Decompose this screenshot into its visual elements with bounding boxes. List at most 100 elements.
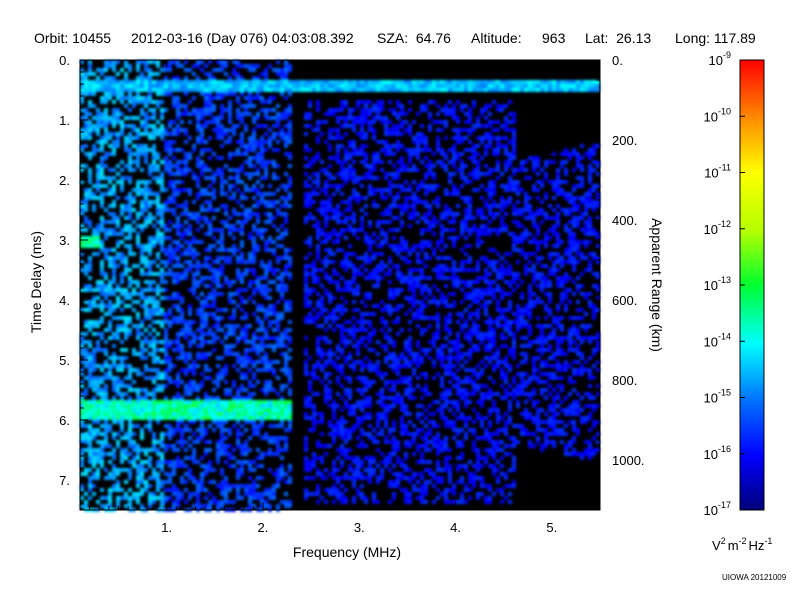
heatmap-cell <box>404 488 408 492</box>
heatmap-cell <box>304 412 308 416</box>
heatmap-cell <box>212 500 216 504</box>
heatmap-cell <box>312 84 316 88</box>
heatmap-cell <box>360 220 364 224</box>
heatmap-cell <box>368 396 372 400</box>
heatmap-cell <box>384 272 388 276</box>
heatmap-cell <box>344 300 348 304</box>
heatmap-cell <box>184 88 188 92</box>
heatmap-cell <box>240 104 244 108</box>
heatmap-cell <box>200 384 204 388</box>
heatmap-cell <box>128 224 132 228</box>
heatmap-cell <box>108 408 112 412</box>
heatmap-cell <box>388 220 392 224</box>
heatmap-cell <box>332 128 336 132</box>
heatmap-cell <box>216 316 220 320</box>
heatmap-cell <box>360 496 364 500</box>
heatmap-cell <box>128 436 132 440</box>
heatmap-cell <box>100 288 104 292</box>
heatmap-cell <box>148 464 152 468</box>
heatmap-cell <box>272 320 276 324</box>
heatmap-cell <box>412 88 416 92</box>
heatmap-cell <box>120 208 124 212</box>
heatmap-cell <box>304 284 308 288</box>
heatmap-cell <box>376 116 380 120</box>
heatmap-cell <box>156 84 160 88</box>
heatmap-cell <box>224 484 228 488</box>
heatmap-cell <box>264 368 268 372</box>
heatmap-cell <box>168 272 172 276</box>
heatmap-cell <box>360 184 364 188</box>
heatmap-cell <box>316 352 320 356</box>
heatmap-cell <box>172 504 176 508</box>
heatmap-cell <box>284 304 288 308</box>
heatmap-cell <box>348 196 352 200</box>
heatmap-cell <box>156 356 160 360</box>
heatmap-cell <box>372 160 376 164</box>
heatmap-cell <box>160 388 164 392</box>
heatmap-cell <box>392 440 396 444</box>
heatmap-cell <box>340 308 344 312</box>
heatmap-cell <box>212 420 216 424</box>
heatmap-cell <box>344 256 348 260</box>
heatmap-cell <box>260 464 264 468</box>
heatmap-cell <box>356 100 360 104</box>
heatmap-cell <box>252 80 256 84</box>
heatmap-cell <box>392 172 396 176</box>
heatmap-cell <box>336 420 340 424</box>
heatmap-cell <box>176 216 180 220</box>
heatmap-cell <box>248 144 252 148</box>
heatmap-cell <box>364 204 368 208</box>
heatmap-cell <box>220 272 224 276</box>
heatmap-cell <box>180 404 184 408</box>
heatmap-cell <box>384 460 388 464</box>
heatmap-cell <box>416 184 420 188</box>
heatmap-cell <box>284 332 288 336</box>
heatmap-cell <box>144 272 148 276</box>
heatmap-cell <box>128 388 132 392</box>
heatmap-cell <box>116 332 120 336</box>
heatmap-cell <box>304 200 308 204</box>
heatmap-cell <box>364 356 368 360</box>
heatmap-cell <box>288 104 292 108</box>
heatmap-cell <box>112 144 116 148</box>
heatmap-cell <box>96 448 100 452</box>
heatmap-cell <box>372 276 376 280</box>
heatmap-cell <box>392 472 396 476</box>
heatmap-cell <box>308 216 312 220</box>
heatmap-cell <box>224 492 228 496</box>
heatmap-cell <box>188 88 192 92</box>
heatmap-cell <box>200 472 204 476</box>
heatmap-cell <box>280 404 284 408</box>
heatmap-cell <box>276 408 280 412</box>
heatmap-cell <box>208 148 212 152</box>
heatmap-cell <box>352 484 356 488</box>
heatmap-cell <box>180 496 184 500</box>
heatmap-cell <box>116 88 120 92</box>
heatmap-cell <box>372 284 376 288</box>
heatmap-cell <box>184 324 188 328</box>
heatmap-cell <box>152 320 156 324</box>
heatmap-cell <box>152 496 156 500</box>
heatmap-cell <box>104 296 108 300</box>
heatmap-cell <box>204 416 208 420</box>
heatmap-cell <box>176 160 180 164</box>
heatmap-cell <box>176 320 180 324</box>
heatmap-cell <box>236 420 240 424</box>
heatmap-cell <box>164 340 168 344</box>
heatmap-cell <box>340 88 344 92</box>
heatmap-cell <box>92 448 96 452</box>
heatmap-cell <box>100 368 104 372</box>
heatmap-cell <box>112 464 116 468</box>
heatmap-cell <box>276 88 280 92</box>
heatmap-cell <box>384 332 388 336</box>
heatmap-cell <box>212 276 216 280</box>
heatmap-cell <box>208 440 212 444</box>
heatmap-cell <box>184 84 188 88</box>
heatmap-cell <box>332 424 336 428</box>
heatmap-cell <box>172 408 176 412</box>
heatmap-cell <box>264 504 268 508</box>
heatmap-cell <box>192 144 196 148</box>
heatmap-cell <box>188 228 192 232</box>
heatmap-cell <box>268 436 272 440</box>
heatmap-cell <box>332 136 336 140</box>
